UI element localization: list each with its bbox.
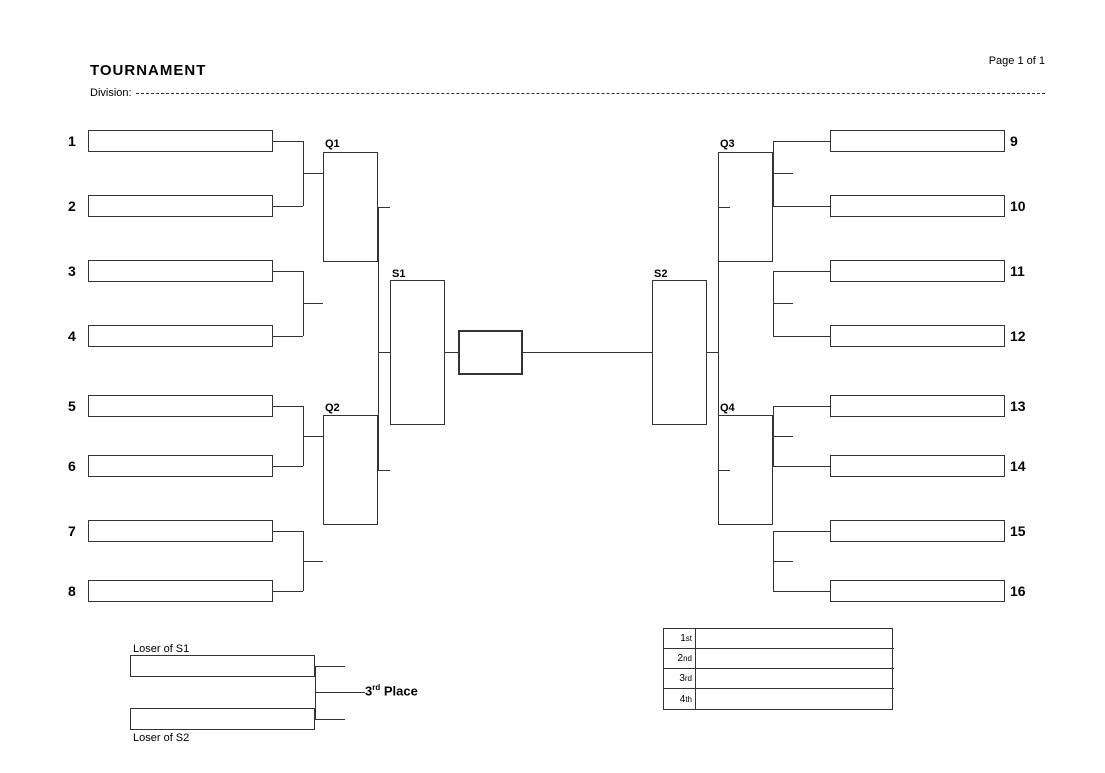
connector-2-q1	[273, 206, 303, 207]
s2-box[interactable]	[652, 280, 707, 425]
seed-6-label: 6	[68, 458, 76, 474]
final-box[interactable]	[458, 330, 523, 375]
connector-q3-mid-bottom	[773, 303, 793, 304]
connector-1-q1	[273, 141, 303, 142]
connector-s1-mid	[378, 352, 390, 353]
seed-11-label: 11	[1010, 263, 1025, 279]
placement-2nd-label: 2nd	[664, 649, 696, 668]
seed-15-label: 15	[1010, 523, 1026, 539]
placements-table: 1st 2nd 3rd 4th	[663, 628, 893, 710]
loser-s1-box[interactable]	[130, 655, 315, 677]
connector-3rd-label	[315, 692, 365, 693]
seed-10-box[interactable]	[830, 195, 1005, 217]
q3-label: Q3	[720, 138, 735, 150]
seed-2-label: 2	[68, 198, 76, 214]
seed-3-box[interactable]	[88, 260, 273, 282]
connector-q4-mid-top	[773, 436, 793, 437]
seed-12-label: 12	[1010, 328, 1026, 344]
seed-2-box[interactable]	[88, 195, 273, 217]
placement-1st-label: 1st	[664, 629, 696, 648]
s1-label: S1	[392, 268, 405, 280]
connector-8-q2	[273, 591, 303, 592]
seed-16-box[interactable]	[830, 580, 1005, 602]
seed-13-label: 13	[1010, 398, 1026, 414]
seed-9-box[interactable]	[830, 130, 1005, 152]
connector-13-q4	[773, 406, 830, 407]
page-title: TOURNAMENT	[90, 62, 206, 79]
seed-8-label: 8	[68, 583, 76, 599]
seed-8-box[interactable]	[88, 580, 273, 602]
connector-16-q4	[773, 591, 830, 592]
seed-11-box[interactable]	[830, 260, 1005, 282]
seed-5-label: 5	[68, 398, 76, 414]
connector-10-q3	[773, 206, 830, 207]
seed-13-box[interactable]	[830, 395, 1005, 417]
seed-10-label: 10	[1010, 198, 1026, 214]
connector-4-q1	[273, 336, 303, 337]
connector-q2-s1	[378, 470, 390, 471]
connector-q2-mid-top	[303, 436, 323, 437]
s2-label: S2	[654, 268, 667, 280]
loser-s1-label: Loser of S1	[133, 643, 189, 655]
seed-14-label: 14	[1010, 458, 1026, 474]
seed-1-label: 1	[68, 133, 76, 149]
seed-12-box[interactable]	[830, 325, 1005, 347]
connector-q3-s2-top	[718, 207, 730, 208]
connector-q4-mid-bottom	[773, 561, 793, 562]
connector-s2-mid	[707, 352, 718, 353]
connector-s1-final	[445, 352, 458, 353]
connector-12-q3	[773, 336, 830, 337]
division-line: Division:	[90, 87, 1045, 99]
connector-7-q2	[273, 531, 303, 532]
seed-3-label: 3	[68, 263, 76, 279]
q4-label: Q4	[720, 402, 735, 414]
tournament-page: Page 1 of 1 TOURNAMENT Division: 1 2 3 4…	[0, 0, 1105, 773]
third-place-label: 3rd Place	[365, 683, 418, 698]
q2-label: Q2	[325, 402, 340, 414]
vline-s1	[378, 207, 379, 470]
connector-14-q4	[773, 466, 830, 467]
placement-4th-label: 4th	[664, 689, 696, 709]
seed-16-label: 16	[1010, 583, 1026, 599]
connector-q2-mid-bottom	[303, 561, 323, 562]
s1-box[interactable]	[390, 280, 445, 425]
seed-14-box[interactable]	[830, 455, 1005, 477]
connector-6-q2	[273, 466, 303, 467]
placement-3rd-label: 3rd	[664, 669, 696, 688]
connector-q1-mid-top	[303, 173, 323, 174]
seed-4-box[interactable]	[88, 325, 273, 347]
seed-7-label: 7	[68, 523, 76, 539]
q1-label: Q1	[325, 138, 340, 150]
loser-s2-label: Loser of S2	[133, 732, 189, 744]
seed-15-box[interactable]	[830, 520, 1005, 542]
connector-q3-mid-top	[773, 173, 793, 174]
seed-9-label: 9	[1010, 133, 1018, 149]
q2-box[interactable]	[323, 415, 378, 525]
connector-loser1-3rd	[315, 666, 345, 667]
seed-1-box[interactable]	[88, 130, 273, 152]
division-label: Division:	[90, 87, 132, 99]
connector-loser2-3rd	[315, 719, 345, 720]
connector-q1-s1	[378, 207, 390, 208]
vline-s2	[718, 207, 719, 470]
seed-6-box[interactable]	[88, 455, 273, 477]
connector-15-q4	[773, 531, 830, 532]
connector-s2-final	[523, 352, 652, 353]
connector-q4-s2-bottom	[718, 470, 730, 471]
page-number: Page 1 of 1	[989, 55, 1045, 67]
connector-11-q3	[773, 271, 830, 272]
connector-9-q3	[773, 141, 830, 142]
seed-4-label: 4	[68, 328, 76, 344]
connector-3-q1	[273, 271, 303, 272]
connector-5-q2	[273, 406, 303, 407]
seed-5-box[interactable]	[88, 395, 273, 417]
loser-s2-box[interactable]	[130, 708, 315, 730]
connector-q1-mid-bottom	[303, 303, 323, 304]
seed-7-box[interactable]	[88, 520, 273, 542]
q1-box[interactable]	[323, 152, 378, 262]
division-underline	[136, 93, 1045, 94]
